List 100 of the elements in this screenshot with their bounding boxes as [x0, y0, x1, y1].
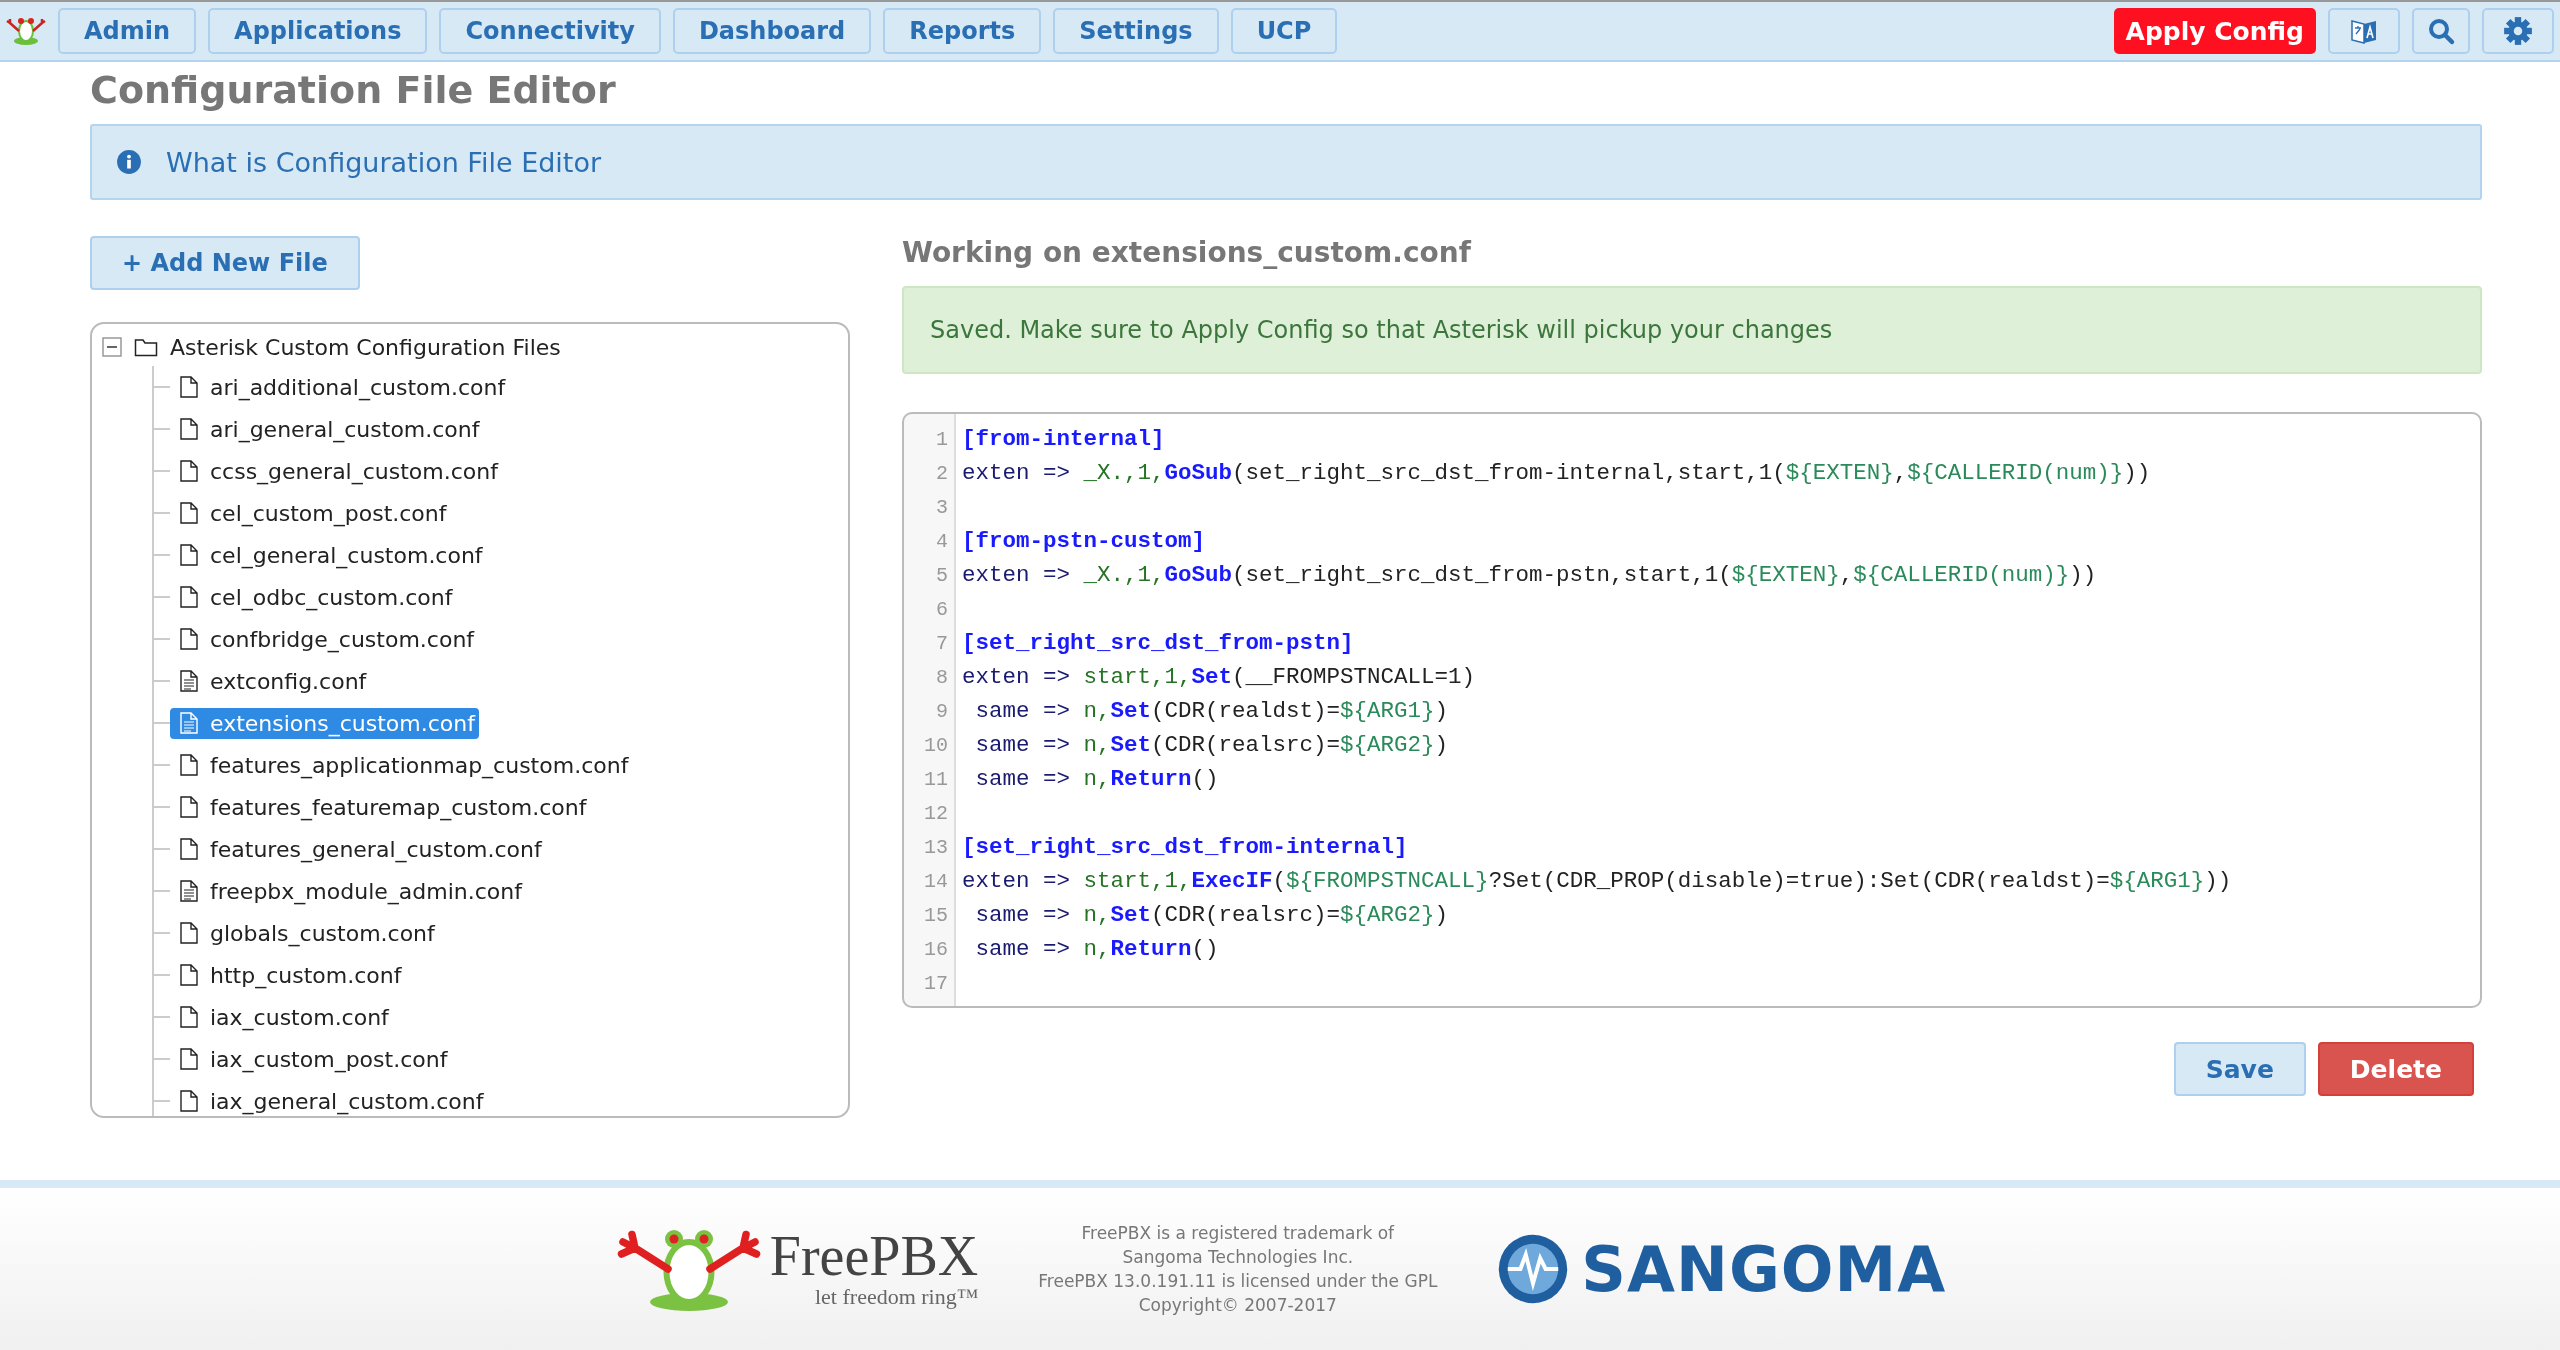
line-number: 14 — [923, 869, 949, 893]
tree-file-item[interactable]: cel_custom_post.conf — [170, 497, 451, 529]
code-line: same => n,Return() — [974, 766, 1219, 792]
tree-file-item[interactable]: cel_odbc_custom.conf — [170, 581, 457, 613]
tree-file-item[interactable]: features_general_custom.conf — [170, 833, 546, 865]
legal-text: FreePBX is a registered trademark of — [1081, 1222, 1395, 1245]
tree-file-item[interactable]: iax_general_custom.conf — [170, 1085, 488, 1116]
code-line: exten => start,1,Set(__FROMPSTNCALL=1) — [962, 664, 1476, 690]
line-number: 12 — [923, 801, 949, 825]
tree-file-item[interactable]: freepbx_module_admin.conf — [170, 875, 526, 907]
file-icon — [180, 754, 198, 776]
search-icon — [2426, 16, 2456, 46]
partner-name: SANGOMA — [1581, 1232, 1947, 1306]
line-number: 6 — [935, 597, 949, 621]
code-line: same => n,Set(CDR(realsrc)=${ARG2}) — [974, 902, 1449, 928]
code-line: exten => _X.,1,GoSub(set_right_src_dst_from-pstn,start,1(${EXTEN},${CALLERID(num)})) — [962, 562, 2097, 588]
wave-circle-logo-icon — [1497, 1233, 1570, 1305]
code-line: [from-pstn-custom] — [962, 528, 1206, 554]
nav-menu-button[interactable]: Dashboard — [672, 8, 872, 54]
frog-logo-icon[interactable] — [6, 15, 46, 47]
language-button[interactable] — [2328, 8, 2400, 54]
line-number: 16 — [923, 937, 949, 961]
code-line: [from-internal] — [962, 426, 1165, 452]
text-file-icon — [180, 880, 198, 902]
success-alert: Saved. Make sure to Apply Config so that Asterisk will pickup your changes — [902, 286, 2482, 374]
line-number: 8 — [935, 665, 949, 689]
line-number: 15 — [923, 903, 949, 927]
tree-file-item[interactable]: ccss_general_custom.conf — [170, 455, 502, 487]
brand-name: FreePBX — [769, 1228, 979, 1284]
legal-text: FreePBX 13.0.191.11 is licensed under the GPL — [1038, 1270, 1438, 1293]
tree-file-item[interactable]: features_applicationmap_custom.conf — [170, 749, 633, 781]
file-icon — [180, 922, 198, 944]
line-number: 1 — [935, 427, 949, 451]
tree-file-item[interactable]: globals_custom.conf — [170, 917, 439, 949]
tree-file-item[interactable]: extensions_custom.conf — [170, 707, 479, 739]
editor-heading: Working on extensions_custom.conf — [902, 236, 1473, 271]
nav-menu-button[interactable]: Applications — [208, 8, 428, 54]
line-number: 10 — [923, 733, 949, 757]
file-icon — [180, 586, 198, 608]
file-icon — [180, 544, 198, 566]
file-icon — [180, 1006, 198, 1028]
nav-menu-button[interactable]: Settings — [1053, 8, 1219, 54]
tree-file-item[interactable]: ari_general_custom.conf — [170, 413, 484, 445]
tree-file-item[interactable]: cel_general_custom.conf — [170, 539, 487, 571]
legal-text: Sangoma Technologies Inc. — [1122, 1246, 1354, 1269]
code-line: exten => start,1,ExecIF(${FROMPSTNCALL}?Set(CDR_PROP(disable)=true):Set(CDR(realdst)=${ARG1})) — [962, 868, 2232, 894]
nav-menu-button[interactable]: UCP — [1230, 8, 1338, 54]
line-number: 2 — [935, 461, 949, 485]
add-new-file-button[interactable]: + Add New File — [90, 236, 360, 290]
search-button[interactable] — [2412, 8, 2470, 54]
code-editor[interactable] — [902, 412, 2482, 1008]
save-button[interactable]: Save — [2173, 1042, 2306, 1096]
file-icon — [180, 418, 198, 440]
line-number: 9 — [935, 699, 949, 723]
code-line: exten => _X.,1,GoSub(set_right_src_dst_from-internal,start,1(${EXTEN},${CALLERID(num)})) — [962, 460, 2151, 486]
file-icon — [180, 838, 198, 860]
info-icon — [116, 149, 142, 175]
tree-file-item[interactable]: iax_custom_post.conf — [170, 1043, 452, 1075]
nav-menu-button[interactable]: Connectivity — [439, 8, 661, 54]
tree-root-label[interactable]: Asterisk Custom Configuration Files — [170, 334, 561, 360]
tree-file-item[interactable]: features_featuremap_custom.conf — [170, 791, 591, 823]
legal-text: Copyright© 2007-2017 — [1138, 1294, 1337, 1317]
code-line: [set_right_src_dst_from-internal] — [962, 834, 1408, 860]
tree-file-item[interactable]: extconfig.conf — [170, 665, 371, 697]
settings-icon — [2502, 15, 2534, 47]
settings-button[interactable] — [2482, 8, 2554, 54]
line-number: 5 — [935, 563, 949, 587]
line-number: 13 — [923, 835, 949, 859]
tree-file-item[interactable]: confbridge_custom.conf — [170, 623, 479, 655]
nav-menu-button[interactable]: Admin — [58, 8, 197, 54]
text-file-icon — [180, 670, 198, 692]
line-number: 11 — [923, 767, 949, 791]
info-bar[interactable]: What is Configuration File Editor — [90, 124, 2482, 200]
folder-icon — [134, 337, 158, 357]
code-line: same => n,Set(CDR(realdst)=${ARG1}) — [974, 698, 1449, 724]
file-icon — [180, 502, 198, 524]
file-icon — [180, 628, 198, 650]
tree-file-item[interactable]: iax_custom.conf — [170, 1001, 393, 1033]
text-file-icon — [180, 712, 198, 734]
apply-config-button[interactable]: Apply Config — [2113, 8, 2316, 54]
line-number: 3 — [935, 495, 949, 519]
info-bar-text: What is Configuration File Editor — [166, 146, 602, 178]
line-number: 4 — [935, 529, 949, 553]
file-icon — [180, 1090, 198, 1112]
delete-button[interactable]: Delete — [2317, 1042, 2474, 1096]
tree-file-item[interactable]: http_custom.conf — [170, 959, 406, 991]
tree-file-item[interactable]: ari_additional_custom.conf — [170, 371, 510, 403]
brand-tagline: let freedom ring™ — [815, 1284, 979, 1310]
file-icon — [180, 376, 198, 398]
page-title: Configuration File Editor — [90, 68, 617, 112]
collapse-toggle-icon[interactable] — [102, 337, 122, 357]
nav-menu-button[interactable]: Reports — [883, 8, 1042, 54]
file-icon — [180, 460, 198, 482]
line-number: 17 — [923, 971, 949, 995]
code-line: same => n,Return() — [974, 936, 1219, 962]
line-number: 7 — [935, 631, 949, 655]
file-icon — [180, 1048, 198, 1070]
file-icon — [180, 964, 198, 986]
file-icon — [180, 796, 198, 818]
code-line: same => n,Set(CDR(realsrc)=${ARG2}) — [974, 732, 1449, 758]
